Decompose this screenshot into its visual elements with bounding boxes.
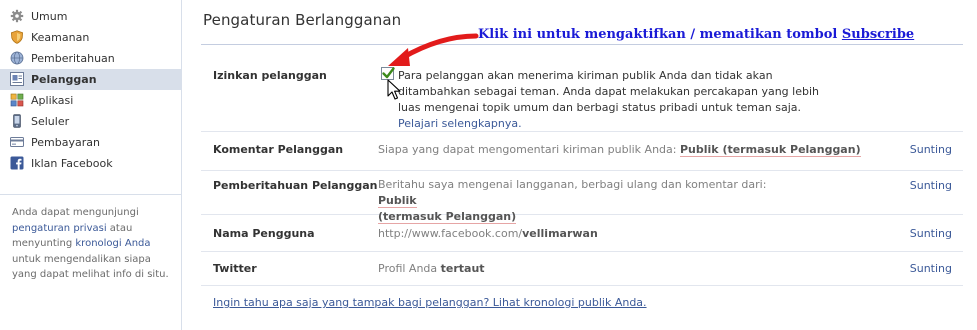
footer-divider	[201, 285, 963, 286]
setting-row-comments: Komentar Pelanggan Siapa yang dapat meng…	[201, 132, 963, 171]
note-text: Anda dapat mengunjungi	[12, 207, 139, 218]
setting-row-twitter: Twitter Profil Anda tertaut Sunting	[201, 252, 963, 286]
shield-icon	[10, 30, 24, 44]
sidebar-item-label: Pelanggan	[31, 73, 97, 86]
sidebar-item-pelanggan[interactable]: Pelanggan	[0, 69, 181, 90]
sidebar-item-label: Iklan Facebook	[31, 157, 113, 170]
note-text: untuk mengendalikan siapa yang dapat mel…	[12, 253, 169, 281]
twitter-label: Twitter	[213, 262, 257, 275]
setting-row-notifications: Pemberitahuan Pelanggan Beritahu saya me…	[201, 171, 963, 224]
sidebar-item-seluler[interactable]: Seluler	[0, 111, 181, 132]
annotation-callout: Klik ini untuk mengaktifkan / mematikan …	[478, 27, 914, 42]
username-text: vellimarwan	[522, 227, 598, 240]
edit-comments-button[interactable]: Sunting	[910, 143, 952, 156]
sidebar-item-aplikasi[interactable]: Aplikasi	[0, 90, 181, 111]
comments-audience: Publik (termasuk Pelanggan)	[679, 143, 861, 157]
edit-twitter-button[interactable]: Sunting	[910, 262, 952, 275]
username-value: http://www.facebook.com/vellimarwan	[378, 226, 598, 242]
edit-username-button[interactable]: Sunting	[910, 227, 952, 240]
username-label: Nama Pengguna	[213, 227, 315, 240]
page-title: Pengaturan Berlangganan	[203, 11, 402, 29]
annotation-text: Klik ini untuk mengaktifkan / mematikan …	[478, 27, 842, 42]
notifications-label: Pemberitahuan Pelanggan	[213, 179, 378, 192]
apps-icon	[10, 93, 24, 107]
username-prefix: http://www.facebook.com/	[378, 227, 523, 240]
allow-subscribers-label: Izinkan pelanggan	[213, 69, 327, 82]
sidebar-item-label: Seluler	[31, 115, 70, 128]
sidebar-item-pemberitahuan[interactable]: Pemberitahuan	[0, 48, 181, 69]
title-divider	[201, 44, 963, 45]
sidebar-item-label: Aplikasi	[31, 94, 74, 107]
comments-label: Komentar Pelanggan	[213, 143, 344, 156]
edit-notifications-button[interactable]: Sunting	[910, 179, 952, 192]
sidebar-item-label: Keamanan	[31, 31, 90, 44]
sidebar-nav: Umum Keamanan Pemberitahuan Pelanggan Ap…	[0, 6, 181, 174]
twitter-status: tertaut	[440, 262, 485, 275]
sidebar-item-pembayaran[interactable]: Pembayaran	[0, 132, 181, 153]
allow-subscribers-description: Para pelanggan akan menerima kiriman pub…	[398, 68, 843, 132]
description-text: Para pelanggan akan menerima kiriman pub…	[398, 69, 819, 114]
mobile-icon	[13, 114, 21, 128]
facebook-icon	[10, 156, 24, 170]
timeline-link[interactable]: kronologi Anda	[75, 238, 150, 249]
twitter-text: Profil Anda	[378, 262, 441, 275]
sidebar-item-label: Pembayaran	[31, 136, 100, 149]
globe-icon	[10, 51, 24, 65]
annotation-highlight: Subscribe	[841, 27, 915, 42]
public-timeline-link[interactable]: Ingin tahu apa saja yang tampak bagi pel…	[213, 296, 647, 309]
learn-more-link[interactable]: Pelajari selengkapnya.	[398, 117, 522, 130]
sidebar-item-umum[interactable]: Umum	[0, 6, 181, 27]
sidebar-privacy-note: Anda dapat mengunjungi pengaturan privas…	[0, 194, 181, 283]
sidebar-item-iklan-facebook[interactable]: Iklan Facebook	[0, 153, 181, 174]
privacy-settings-link[interactable]: pengaturan privasi	[12, 223, 107, 234]
comments-value: Siapa yang dapat mengomentari kiriman pu…	[378, 142, 861, 158]
settings-sidebar: Umum Keamanan Pemberitahuan Pelanggan Ap…	[0, 0, 182, 330]
notifications-audience: Publik	[378, 194, 417, 208]
sidebar-item-label: Umum	[31, 10, 68, 23]
sidebar-item-label: Pemberitahuan	[31, 52, 115, 65]
subscribers-icon	[10, 72, 24, 86]
notifications-text: Beritahu saya mengenai langganan, berbag…	[378, 178, 767, 191]
setting-row-username: Nama Pengguna http://www.facebook.com/ve…	[201, 215, 963, 252]
credit-card-icon	[10, 137, 24, 147]
sidebar-item-keamanan[interactable]: Keamanan	[0, 27, 181, 48]
comments-text: Siapa yang dapat mengomentari kiriman pu…	[378, 143, 680, 156]
gear-icon	[10, 9, 24, 23]
twitter-value: Profil Anda tertaut	[378, 261, 485, 277]
mouse-cursor-icon	[387, 79, 401, 100]
